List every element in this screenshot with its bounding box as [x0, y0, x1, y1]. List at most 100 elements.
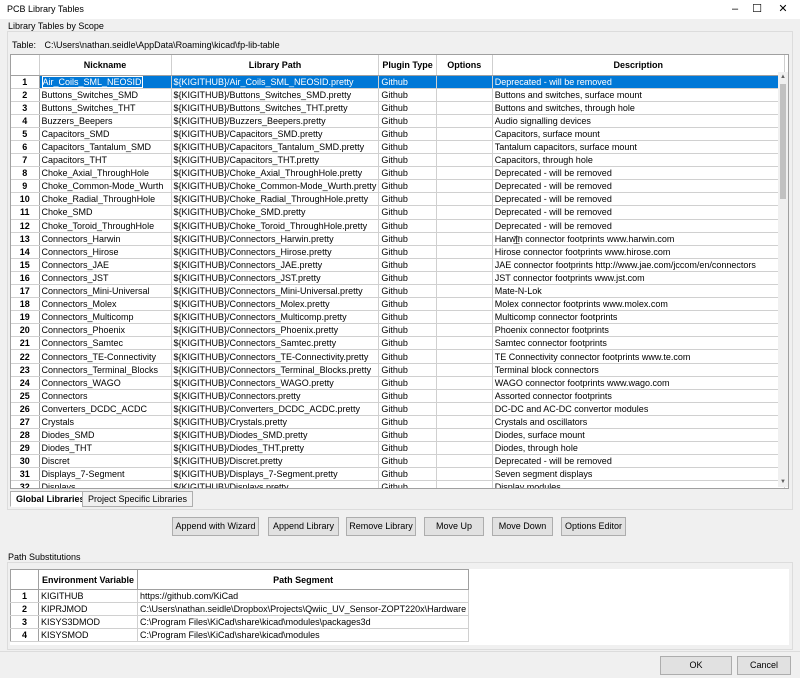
options-cell[interactable]: [436, 284, 493, 299]
plugin-type-cell[interactable]: Github: [378, 310, 437, 325]
tab-global-libraries[interactable]: Global Libraries: [10, 491, 91, 507]
library-path-cell[interactable]: ${KIGITHUB}/Diodes_SMD.pretty: [171, 428, 380, 443]
library-row[interactable]: 24 Connectors_WAGO ${KIGITHUB}/Connectors_…: [11, 376, 785, 390]
description-cell[interactable]: Terminal block connectors: [492, 363, 785, 377]
library-row[interactable]: 6 Capacitors_Tantalum_SMD ${KIGITHUB}/Capa…: [11, 140, 785, 155]
library-row[interactable]: 19 Connectors_Multicomp ${KIGITHUB}/Connec…: [11, 310, 785, 325]
library-row[interactable]: 21 Connectors_Samtec ${KIGITHUB}/Connector…: [11, 336, 785, 351]
description-cell[interactable]: Diodes, surface mount: [492, 428, 785, 443]
row-number[interactable]: 25: [11, 389, 40, 403]
row-number[interactable]: 30: [11, 454, 40, 469]
description-cell[interactable]: Capacitors, surface mount: [492, 127, 785, 141]
description-cell[interactable]: Deprecated - will be removed: [492, 166, 785, 181]
options-cell[interactable]: [436, 363, 493, 377]
library-path-cell[interactable]: ${KIGITHUB}/Connectors_Harwin.pretty: [171, 232, 380, 246]
library-path-cell[interactable]: ${KIGITHUB}/Connectors_Samtec.pretty: [171, 336, 380, 351]
library-path-cell[interactable]: ${KIGITHUB}/Diodes_THT.pretty: [171, 441, 380, 456]
description-cell[interactable]: Deprecated - will be removed: [492, 454, 785, 469]
description-cell[interactable]: Hirose connector footprints www.hirose.c…: [492, 245, 785, 259]
library-path-cell[interactable]: ${KIGITHUB}/Connectors_TE-Connectivity.p…: [171, 349, 380, 364]
nickname-cell[interactable]: Capacitors_THT: [39, 153, 172, 168]
scrollbar-thumb[interactable]: [780, 84, 786, 199]
row-number[interactable]: 2: [11, 88, 40, 102]
library-path-cell[interactable]: ${KIGITHUB}/Connectors_WAGO.pretty: [171, 376, 380, 390]
row-number[interactable]: 19: [11, 310, 40, 325]
scroll-up-arrow-icon[interactable]: ▲: [778, 72, 788, 82]
maximize-button[interactable]: ☐: [744, 0, 770, 19]
row-number[interactable]: 24: [11, 376, 40, 390]
library-path-cell[interactable]: ${KIGITHUB}/Buzzers_Beepers.pretty: [171, 114, 380, 128]
nickname-cell[interactable]: Connectors_Multicomp: [39, 310, 172, 325]
nickname-cell[interactable]: Choke_SMD: [39, 205, 172, 220]
plugin-type-cell[interactable]: Github: [378, 389, 437, 403]
scroll-down-arrow-icon[interactable]: ▼: [778, 477, 788, 487]
options-cell[interactable]: [436, 258, 493, 272]
nickname-cell[interactable]: Capacitors_SMD: [39, 127, 172, 141]
options-cell[interactable]: [436, 179, 493, 194]
description-cell[interactable]: Harwin connector footprints www.harwin.c…: [492, 232, 785, 246]
library-row[interactable]: 31 Displays_7-Segment ${KIGITHUB}/Displays…: [11, 467, 785, 482]
library-row[interactable]: 2 Buttons_Switches_SMD ${KIGITHUB}/Buttons…: [11, 88, 785, 102]
plugin-type-cell[interactable]: Github: [378, 271, 437, 286]
nickname-cell[interactable]: Diodes_THT: [39, 441, 172, 456]
nickname-cell[interactable]: Buttons_Switches_THT: [39, 101, 172, 115]
row-number[interactable]: 9: [11, 179, 40, 194]
library-path-cell[interactable]: ${KIGITHUB}/Air_Coils_SML_NEOSID.pretty: [171, 75, 380, 89]
library-row[interactable]: 13 Connectors_Harwin ${KIGITHUB}/Connector…: [11, 232, 785, 246]
options-cell[interactable]: [436, 454, 493, 469]
plugin-type-cell[interactable]: Github: [378, 140, 437, 155]
nickname-cell[interactable]: Connectors_Terminal_Blocks: [39, 363, 172, 377]
row-number[interactable]: 7: [11, 153, 40, 168]
plugin-type-cell[interactable]: Github: [378, 323, 437, 338]
plugin-type-cell[interactable]: Github: [378, 153, 437, 168]
plugin-type-cell[interactable]: Github: [378, 297, 437, 312]
row-number[interactable]: 18: [11, 297, 40, 312]
substitution-row[interactable]: 3 KISYS3DMOD C:\Program Files\KiCad\share\…: [10, 615, 470, 629]
nickname-cell[interactable]: Choke_Axial_ThroughHole: [39, 166, 172, 181]
nickname-cell[interactable]: Converters_DCDC_ACDC: [39, 402, 172, 416]
row-number[interactable]: 32: [11, 480, 40, 488]
options-cell[interactable]: [436, 127, 493, 141]
options-cell[interactable]: [436, 192, 493, 207]
options-cell[interactable]: [436, 153, 493, 168]
substitution-row[interactable]: 2 KIPRJMOD C:\Users\nathan.seidle\Dropbox\…: [10, 602, 470, 616]
library-path-cell[interactable]: ${KIGITHUB}/Choke_Axial_ThroughHole.pret…: [171, 166, 380, 181]
description-cell[interactable]: TE Connectivity connector footprints www…: [492, 349, 785, 364]
column-header-nickname[interactable]: Nickname: [39, 55, 172, 76]
library-path-cell[interactable]: ${KIGITHUB}/Choke_SMD.pretty: [171, 205, 380, 220]
description-cell[interactable]: Diodes, through hole: [492, 441, 785, 456]
plugin-type-cell[interactable]: Github: [378, 245, 437, 259]
options-cell[interactable]: [436, 415, 493, 430]
library-path-cell[interactable]: ${KIGITHUB}/Capacitors_Tantalum_SMD.pret…: [171, 140, 380, 155]
plugin-type-cell[interactable]: Github: [378, 284, 437, 299]
options-cell[interactable]: [436, 75, 493, 89]
library-row[interactable]: 29 Diodes_THT ${KIGITHUB}/Diodes_THT.prett…: [11, 441, 785, 456]
options-cell[interactable]: [436, 376, 493, 390]
move-down-button[interactable]: Move Down: [492, 517, 553, 536]
plugin-type-cell[interactable]: Github: [378, 101, 437, 115]
library-path-cell[interactable]: ${KIGITHUB}/Capacitors_SMD.pretty: [171, 127, 380, 141]
library-row[interactable]: 28 Diodes_SMD ${KIGITHUB}/Diodes_SMD.prett…: [11, 428, 785, 443]
options-cell[interactable]: [436, 88, 493, 102]
row-number[interactable]: 11: [11, 205, 40, 220]
library-row[interactable]: 11 Choke_SMD ${KIGITHUB}/Choke_SMD.pretty G…: [11, 205, 785, 220]
cancel-button[interactable]: Cancel: [737, 656, 791, 675]
library-path-cell[interactable]: ${KIGITHUB}/Connectors_Molex.pretty: [171, 297, 380, 312]
library-row[interactable]: 22 Connectors_TE-Connectivity ${KIGITHUB}/…: [11, 349, 785, 364]
options-cell[interactable]: [436, 101, 493, 115]
description-cell[interactable]: Deprecated - will be removed: [492, 192, 785, 207]
move-up-button[interactable]: Move Up: [424, 517, 484, 536]
nickname-cell[interactable]: Choke_Toroid_ThroughHole: [39, 219, 172, 233]
tab-project-specific-libraries[interactable]: Project Specific Libraries: [82, 491, 194, 507]
library-row[interactable]: 5 Capacitors_SMD ${KIGITHUB}/Capacitors_SM…: [11, 127, 785, 141]
substitution-row[interactable]: 1 KIGITHUB https://github.com/KiCad: [10, 589, 470, 603]
remove-library-button[interactable]: Remove Library: [346, 517, 416, 536]
library-path-cell[interactable]: ${KIGITHUB}/Buttons_Switches_THT.pretty: [171, 101, 380, 115]
substitution-row[interactable]: 4 KISYSMOD C:\Program Files\KiCad\share\ki…: [10, 628, 470, 642]
path-segment-cell[interactable]: https://github.com/KiCad: [137, 589, 470, 603]
library-path-cell[interactable]: ${KIGITHUB}/Choke_Toroid_ThroughHole.pre…: [171, 219, 380, 233]
plugin-type-cell[interactable]: Github: [378, 219, 437, 233]
library-path-cell[interactable]: ${KIGITHUB}/Connectors_Hirose.pretty: [171, 245, 380, 259]
library-path-cell[interactable]: ${KIGITHUB}/Connectors_Phoenix.pretty: [171, 323, 380, 338]
plugin-type-cell[interactable]: Github: [378, 454, 437, 469]
